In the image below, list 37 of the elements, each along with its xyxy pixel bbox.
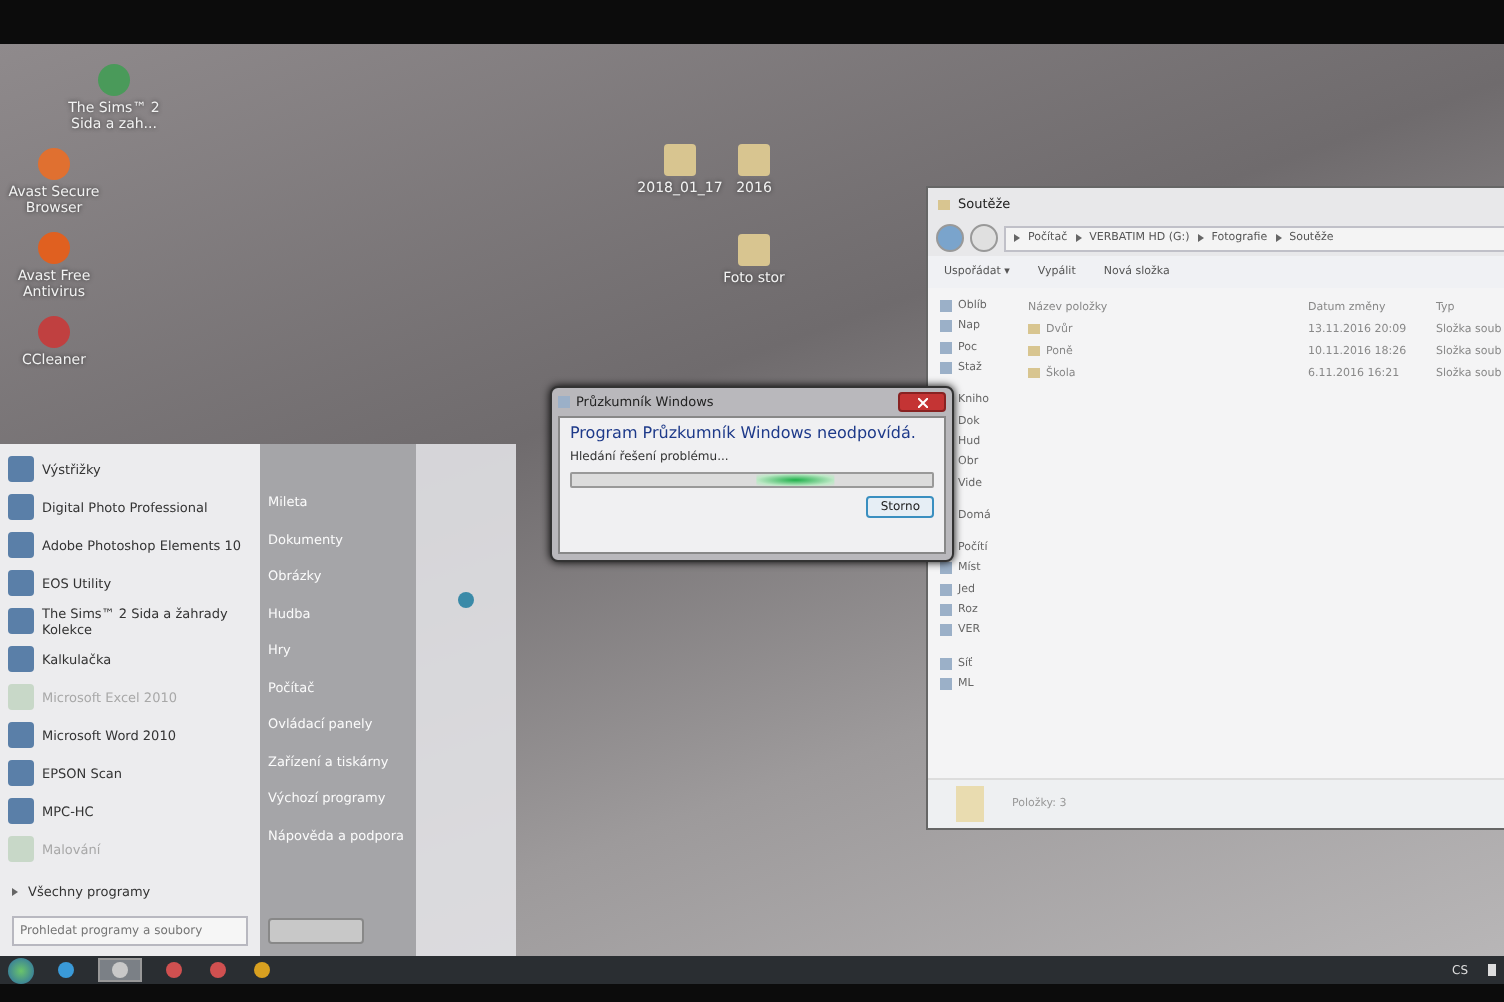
taskbar-app-button[interactable] [206, 958, 230, 982]
app-icon [166, 962, 182, 978]
start-button[interactable] [8, 957, 34, 983]
taskbar-app-button[interactable] [54, 958, 78, 982]
app-icon [254, 962, 270, 978]
app-icon [8, 532, 34, 558]
app-icon [8, 494, 34, 520]
forward-button[interactable] [970, 224, 998, 252]
folder-icon [938, 199, 950, 209]
back-button[interactable] [936, 224, 964, 252]
app-icon[interactable] [38, 148, 70, 180]
close-icon [917, 397, 927, 407]
chevron-right-icon [1014, 234, 1020, 242]
app-icon [8, 798, 34, 824]
app-icon [8, 608, 34, 634]
dialog-heading: Program Průzkumník Windows neodpovídá. [570, 424, 918, 442]
app-icon [8, 646, 34, 672]
app-icon [8, 836, 34, 862]
app-icon [8, 456, 34, 482]
taskbar-app-button[interactable] [162, 958, 186, 982]
app-icon [558, 396, 570, 408]
chevron-right-icon [1275, 234, 1282, 242]
chevron-right-icon [12, 888, 18, 896]
app-icon [210, 962, 226, 978]
close-button[interactable] [898, 392, 946, 412]
app-icon[interactable] [38, 316, 70, 348]
app-icon [112, 962, 128, 978]
folder-icon [956, 786, 984, 822]
shutdown-button[interactable] [268, 918, 364, 944]
taskbar-app-button[interactable] [250, 958, 274, 982]
app-icon [8, 684, 34, 710]
app-icon [58, 962, 74, 978]
app-icon [8, 722, 34, 748]
chevron-right-icon [1197, 234, 1204, 242]
chevron-right-icon [1075, 234, 1082, 242]
app-icon [8, 570, 34, 596]
app-icon [8, 760, 34, 786]
